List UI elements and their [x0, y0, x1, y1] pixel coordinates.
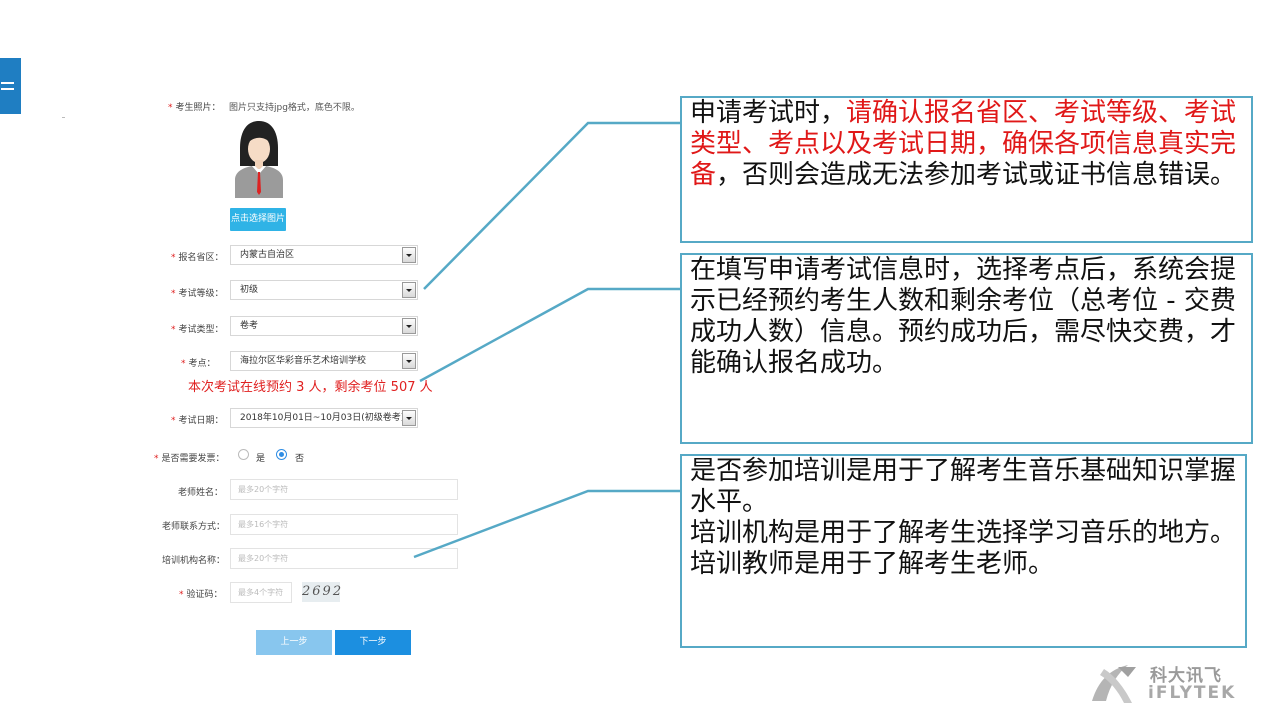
callout-3-line-2: 培训机构是用于了解考生选择学习音乐的地方。 — [690, 518, 1237, 548]
iflytek-logo: 科大讯飞 iFLYTEK — [1088, 661, 1258, 709]
callout-3-line-3: 培训教师是用于了解考生老师。 — [690, 549, 1055, 579]
connector-line-3 — [413, 489, 682, 559]
connector-line-2 — [419, 287, 682, 383]
logo-mark-icon — [1092, 665, 1136, 703]
logo-en-text: iFLYTEK — [1148, 683, 1237, 703]
callout-2-text: 在填写申请考试信息时，选择考点后，系统会提示已经预约考生人数和剩余考位（总考位 … — [690, 255, 1237, 378]
callout-1-text-start: 申请考试时， — [690, 98, 847, 128]
callout-seat-info: 在填写申请考试信息时，选择考点后，系统会提示已经预约考生人数和剩余考位（总考位 … — [680, 253, 1253, 444]
callout-1-text-end: ，否则会造成无法参加考试或证书信息错误。 — [716, 160, 1237, 190]
callout-3-line-1: 是否参加培训是用于了解考生音乐基础知识掌握水平。 — [690, 456, 1237, 517]
callout-exam-info: 申请考试时，请确认报名省区、考试等级、考试类型、考点以及考试日期，确保各项信息真… — [680, 96, 1253, 243]
callout-training-info: 是否参加培训是用于了解考生音乐基础知识掌握水平。 培训机构是用于了解考生选择学习… — [680, 454, 1247, 648]
connector-line-1 — [423, 121, 682, 290]
